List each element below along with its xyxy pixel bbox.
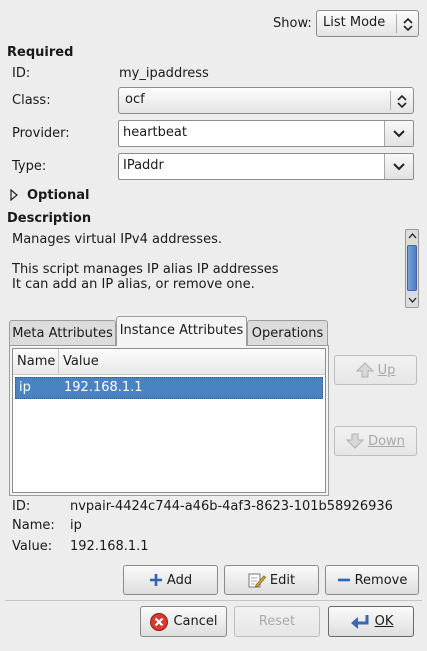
provider-label: Provider:: [12, 126, 70, 141]
cancel-button[interactable]: Cancel: [140, 606, 227, 637]
column-header-value[interactable]: Value: [59, 349, 325, 375]
tab-operations[interactable]: Operations: [247, 320, 328, 345]
ok-label: OK: [374, 614, 394, 629]
attributes-table[interactable]: Name Value ip 192.168.1.1: [12, 348, 326, 493]
plus-icon: [149, 574, 162, 586]
tab-meta-attributes-label: Meta Attributes: [12, 326, 113, 341]
required-heading: Required: [7, 45, 74, 60]
edit-icon: [248, 573, 266, 588]
type-dropdown-button[interactable]: [384, 154, 413, 179]
class-value: ocf: [125, 92, 145, 107]
id-label: ID:: [12, 66, 31, 81]
description-scrollbar[interactable]: [405, 229, 419, 308]
up-button[interactable]: Up: [334, 355, 417, 385]
show-mode-combo[interactable]: List Mode: [316, 10, 419, 37]
instance-attributes-page: Name Value ip 192.168.1.1: [9, 345, 329, 496]
remove-label: Remove: [354, 572, 408, 588]
remove-button[interactable]: Remove: [325, 565, 419, 595]
chevron-down-icon: [393, 163, 405, 171]
type-label: Type:: [12, 159, 47, 174]
provider-combo-entry[interactable]: heartbeat: [118, 120, 414, 147]
column-header-name[interactable]: Name: [13, 349, 59, 375]
reset-label: Reset: [258, 614, 296, 629]
detail-id-label: ID:: [12, 499, 31, 514]
cancel-icon: [150, 612, 169, 631]
reset-button[interactable]: Reset: [234, 606, 320, 637]
type-combo-entry[interactable]: IPaddr: [118, 153, 414, 180]
ok-button[interactable]: OK: [328, 606, 414, 637]
add-button[interactable]: Add: [123, 565, 218, 595]
add-label: Add: [166, 572, 193, 588]
tab-operations-label: Operations: [251, 326, 324, 341]
arrow-up-icon: [355, 362, 374, 378]
tab-meta-attributes[interactable]: Meta Attributes: [9, 320, 116, 345]
scroll-up-icon: [408, 233, 417, 239]
down-button[interactable]: Down: [334, 426, 417, 456]
updown-arrows-icon: [403, 17, 413, 32]
minus-icon: [337, 578, 350, 582]
show-label: Show:: [273, 16, 312, 31]
cancel-label: Cancel: [173, 614, 218, 629]
edit-button[interactable]: Edit: [224, 565, 319, 595]
detail-value-value: 192.168.1.1: [70, 539, 149, 554]
enter-return-icon: [350, 614, 369, 629]
optional-label: Optional: [27, 188, 90, 203]
type-value: IPaddr: [123, 158, 164, 173]
provider-dropdown-button[interactable]: [384, 121, 413, 146]
column-value-label: Value: [63, 354, 99, 369]
triangle-right-icon: [10, 189, 18, 201]
arrow-down-icon: [346, 433, 365, 449]
column-name-label: Name: [17, 354, 56, 369]
edit-label: Edit: [269, 572, 296, 588]
show-mode-value: List Mode: [323, 15, 386, 30]
detail-name-value: ip: [70, 518, 82, 533]
optional-expander[interactable]: Optional: [9, 186, 109, 206]
detail-id-value: nvpair-4424c744-a46b-4af3-8623-101b58926…: [70, 499, 393, 514]
down-label: Down: [368, 433, 405, 449]
scroll-down-icon: [408, 297, 417, 303]
up-label: Up: [377, 362, 396, 378]
row-value: 192.168.1.1: [64, 380, 143, 395]
class-combo[interactable]: ocf: [118, 87, 414, 114]
chevron-down-icon: [393, 130, 405, 138]
table-row[interactable]: ip 192.168.1.1: [15, 377, 323, 399]
resource-dialog: { "show": {"label": "Show:", "value": "L…: [0, 0, 427, 651]
updown-arrows-icon: [397, 94, 407, 109]
row-name: ip: [19, 380, 31, 395]
class-label: Class:: [12, 93, 51, 108]
footer-separator: [5, 600, 422, 601]
provider-value: heartbeat: [123, 125, 187, 140]
description-text: Manages virtual IPv4 addresses. This scr…: [12, 232, 402, 306]
tab-instance-attributes[interactable]: Instance Attributes: [116, 316, 247, 346]
description-heading: Description: [7, 211, 92, 226]
detail-name-label: Name:: [12, 518, 55, 533]
tab-instance-attributes-label: Instance Attributes: [119, 323, 244, 338]
scroll-thumb[interactable]: [407, 245, 417, 291]
detail-value-label: Value:: [12, 539, 53, 554]
id-value: my_ipaddress: [119, 66, 209, 81]
